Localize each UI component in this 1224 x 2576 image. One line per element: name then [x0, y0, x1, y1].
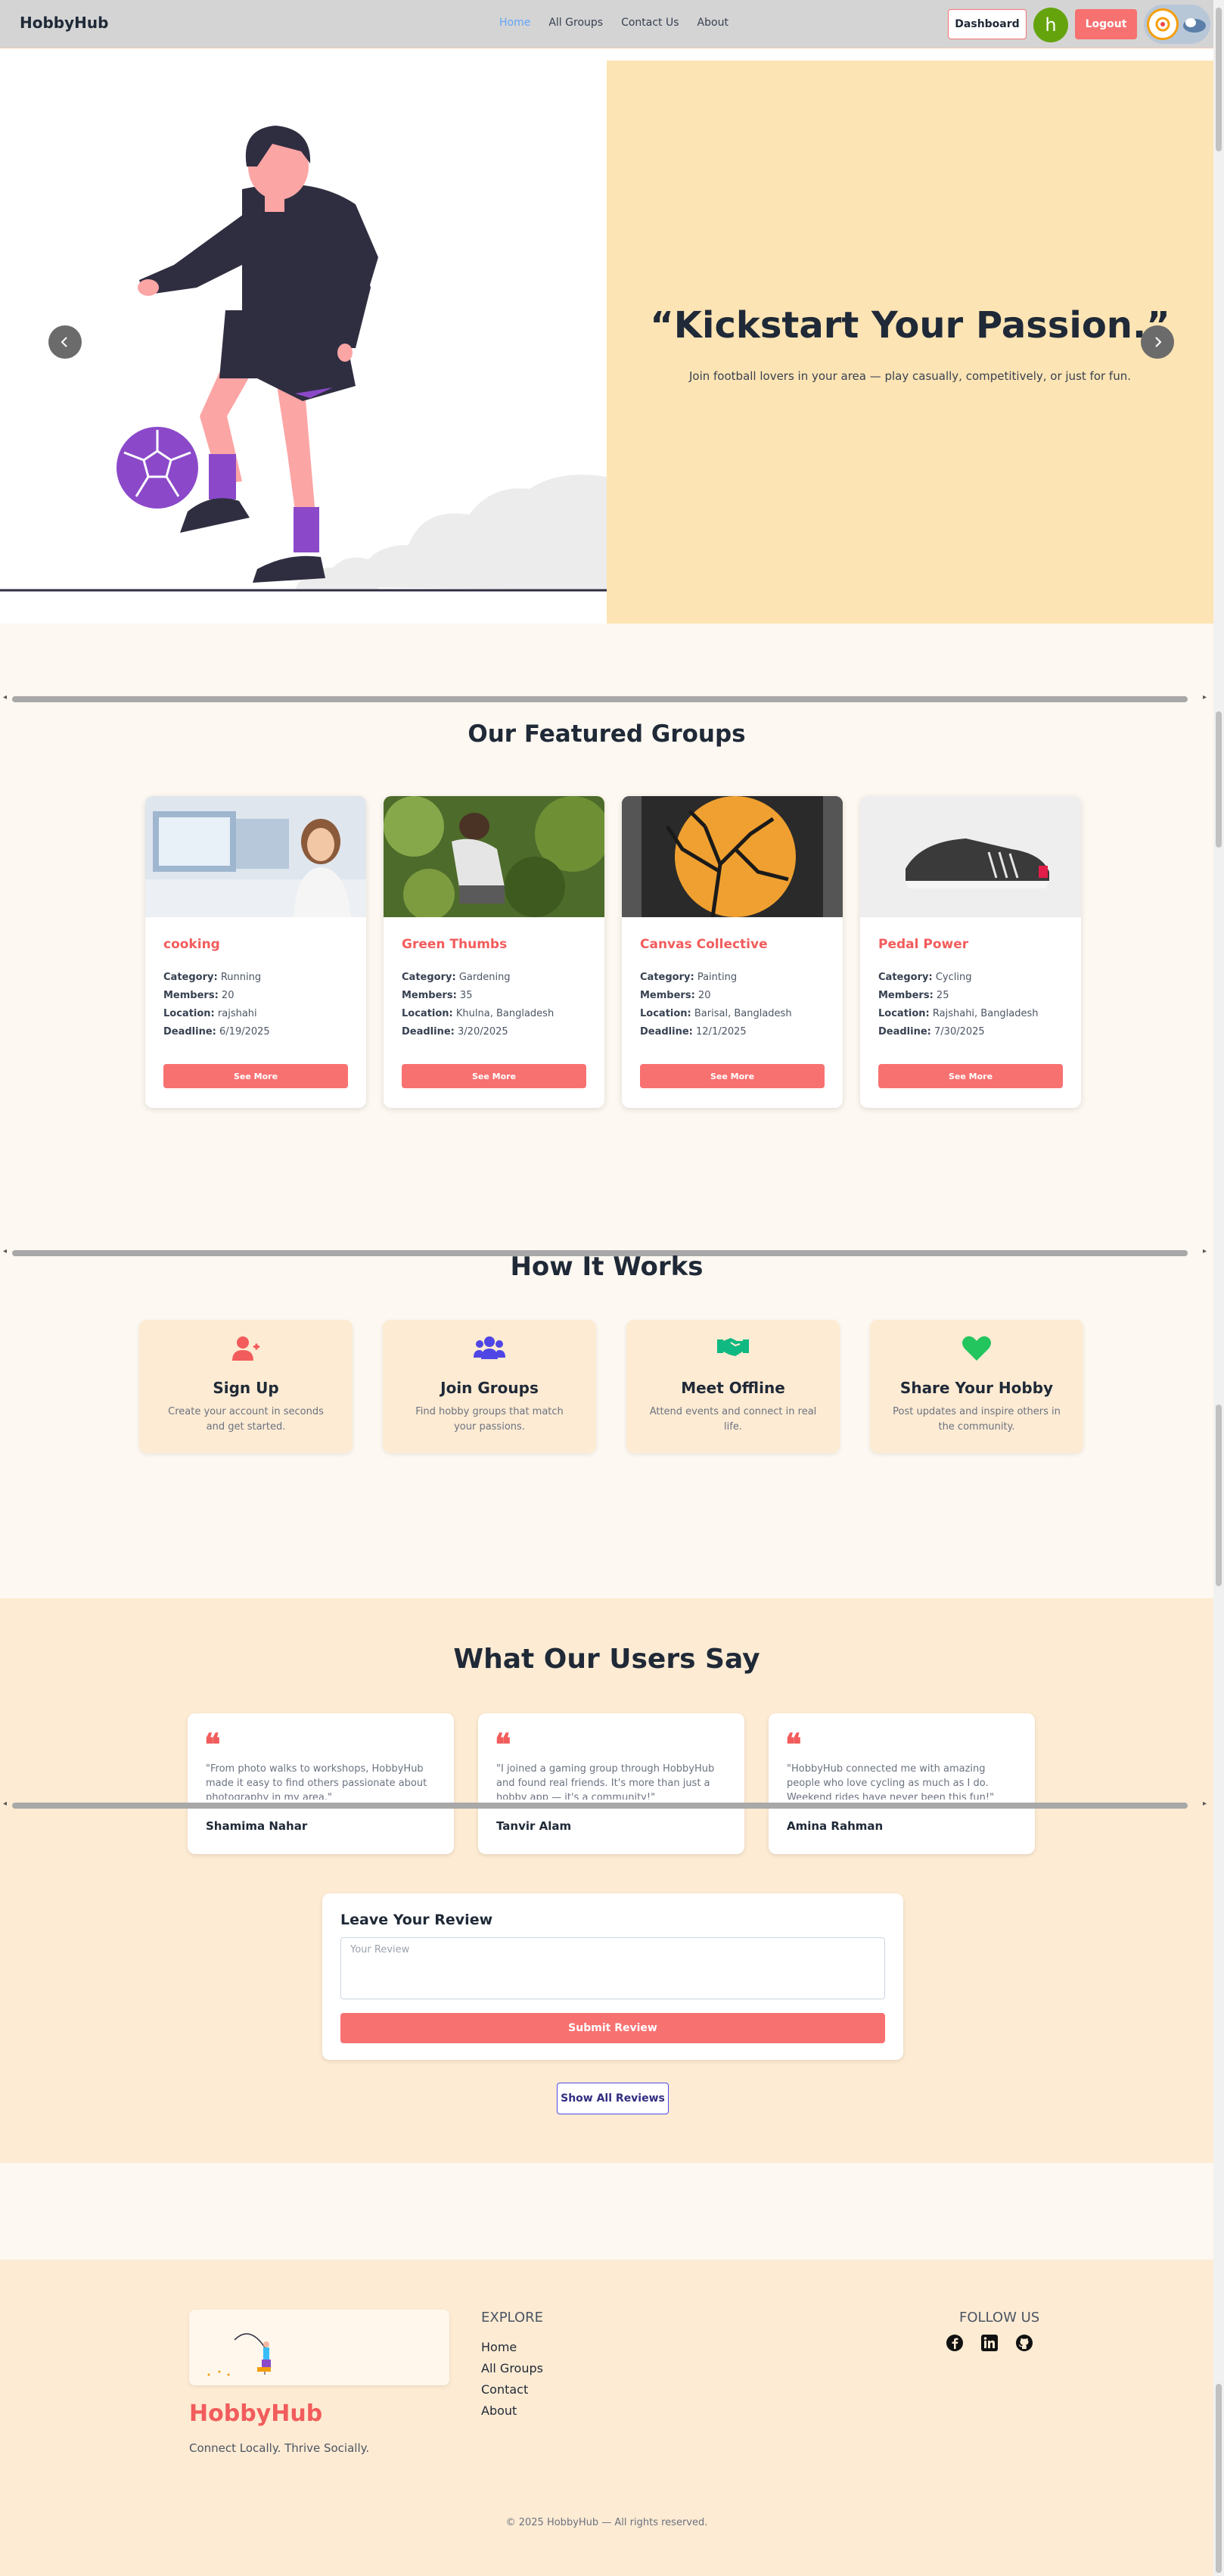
group-details: Category: Running Members: 20 Location: … — [163, 972, 270, 1038]
group-image — [384, 796, 604, 920]
group-details: Category: Gardening Members: 35 Location… — [402, 972, 555, 1038]
hero-title: “Kickstart Your Passion.” — [650, 304, 1170, 347]
carousel-prev-button[interactable] — [48, 325, 82, 359]
step-card: Join Groups Find hobby groups that match… — [383, 1320, 596, 1453]
step-description: Attend events and connect in real life. — [649, 1406, 817, 1433]
hero-carousel: “Kickstart Your Passion.” Join football … — [0, 48, 1213, 624]
group-details: Category: Cycling Members: 25 Location: … — [878, 972, 1039, 1038]
group-name: Pedal Power — [878, 937, 969, 952]
testimonials-section — [0, 1598, 1213, 2163]
nav-link-about[interactable]: About — [697, 17, 728, 29]
group-image — [860, 796, 1081, 917]
group-image — [145, 796, 366, 917]
group-details: Category: Painting Members: 20 Location:… — [640, 972, 792, 1038]
testimonial-text: "From photo walks to workshops, HobbyHub… — [206, 1763, 427, 1800]
footer-link-all-groups[interactable]: All Groups — [481, 2358, 543, 2379]
footer-link-contact[interactable]: Contact — [481, 2379, 543, 2400]
horizontal-scrollbar[interactable]: ◂ ▸ — [0, 693, 1213, 704]
quote-icon: ❝ — [495, 1727, 511, 1762]
testimonial-card: ❝ "From photo walks to workshops, HobbyH… — [188, 1713, 454, 1854]
step-title: Sign Up — [213, 1379, 279, 1397]
submit-review-button[interactable]: Submit Review — [340, 2013, 885, 2043]
step-card: Share Your Hobby Post updates and inspir… — [870, 1320, 1083, 1453]
group-card: Canvas Collective Category: Painting Mem… — [622, 796, 843, 1108]
how-it-works-title: How It Works — [510, 1252, 704, 1282]
see-more-button[interactable]: See More — [878, 1064, 1063, 1088]
testimonial-card: ❝ "I joined a gaming group through Hobby… — [478, 1713, 744, 1854]
cloud-icon — [1183, 18, 1206, 33]
group-card: Green Thumbs Category: Gardening Members… — [384, 796, 604, 1108]
facebook-icon[interactable] — [946, 2334, 964, 2352]
footer-social-links — [946, 2334, 1033, 2352]
quote-icon: ❝ — [204, 1727, 221, 1762]
logout-button[interactable]: Logout — [1075, 9, 1137, 39]
hero-subtitle: Join football lovers in your area — play… — [688, 369, 1131, 383]
footer-explore-title: EXPLORE — [481, 2310, 543, 2326]
linkedin-icon[interactable] — [980, 2334, 999, 2352]
brand-logo[interactable]: HobbyHub — [20, 14, 108, 32]
group-name: Green Thumbs — [402, 937, 508, 952]
step-description: Post updates and inspire others in the c… — [893, 1406, 1061, 1433]
footer-link-home[interactable]: Home — [481, 2337, 543, 2358]
quote-icon: ❝ — [785, 1727, 802, 1762]
group-image — [622, 796, 843, 918]
step-description: Find hobby groups that match your passio… — [415, 1406, 564, 1433]
review-form: Leave Your Review Your Review Submit Rev… — [322, 1893, 903, 2060]
group-name: Canvas Collective — [640, 937, 768, 952]
see-more-button[interactable]: See More — [163, 1064, 348, 1088]
testimonial-text: "I joined a gaming group through HobbyHu… — [496, 1763, 715, 1800]
vertical-scrollbar[interactable] — [1213, 0, 1224, 2576]
footer-link-about[interactable]: About — [481, 2400, 543, 2422]
chevron-right-icon — [1155, 337, 1162, 347]
heart-icon — [962, 1336, 991, 1361]
review-form-title: Leave Your Review — [340, 1912, 493, 1928]
navbar: HobbyHub Home All Groups Contact Us Abou… — [0, 0, 1213, 48]
testimonial-author: Amina Rahman — [787, 1819, 884, 1833]
see-more-button[interactable]: See More — [640, 1064, 825, 1088]
testimonial-card: ❝ "HobbyHub connected me with amazing pe… — [769, 1713, 1035, 1854]
footer-tagline: Connect Locally. Thrive Socially. — [189, 2441, 370, 2455]
extension-badge-icon[interactable] — [1144, 5, 1210, 44]
github-icon[interactable] — [1015, 2334, 1033, 2352]
target-icon — [1147, 8, 1179, 40]
footer-links: Home All Groups Contact About — [481, 2337, 543, 2422]
football-player-illustration — [0, 61, 607, 624]
testimonial-author: Tanvir Alam — [496, 1819, 572, 1833]
footer-follow-title: FOLLOW US — [959, 2310, 1040, 2326]
review-textarea[interactable]: Your Review — [340, 1937, 885, 1999]
group-card: Pedal Power Category: Cycling Members: 2… — [860, 796, 1081, 1108]
nav-links: Home All Groups Contact Us About — [499, 17, 728, 29]
footer-copyright: © 2025 HobbyHub — All rights reserved. — [505, 2517, 708, 2528]
testimonials-title: What Our Users Say — [453, 1644, 760, 1675]
users-icon — [474, 1336, 505, 1359]
footer-brand: HobbyHub — [189, 2400, 323, 2427]
group-card: cooking Category: Running Members: 20 Lo… — [145, 796, 366, 1108]
nav-link-all-groups[interactable]: All Groups — [548, 17, 603, 29]
step-card: Meet Offline Attend events and connect i… — [626, 1320, 840, 1453]
step-description: Create your account in seconds and get s… — [168, 1406, 324, 1433]
show-all-reviews-button[interactable]: Show All Reviews — [557, 2083, 669, 2114]
carousel-next-button[interactable] — [1141, 325, 1174, 359]
featured-groups-title: Our Featured Groups — [468, 720, 746, 748]
group-name: cooking — [163, 937, 220, 952]
testimonial-author: Shamima Nahar — [206, 1819, 308, 1833]
footer: HobbyHub Connect Locally. Thrive Sociall… — [0, 2260, 1213, 2576]
hero-panel: “Kickstart Your Passion.” Join football … — [607, 61, 1213, 624]
user-plus-icon — [232, 1336, 259, 1361]
horizontal-scrollbar[interactable]: ◂ ▸ — [0, 1800, 1213, 1810]
testimonial-text: "HobbyHub connected me with amazing peop… — [787, 1763, 995, 1800]
handshake-icon — [717, 1338, 749, 1356]
user-avatar[interactable]: h — [1033, 8, 1068, 42]
step-card: Sign Up Create your account in seconds a… — [139, 1320, 353, 1453]
nav-link-contact[interactable]: Contact Us — [621, 17, 679, 29]
nav-link-home[interactable]: Home — [499, 17, 530, 29]
step-title: Share Your Hobby — [899, 1379, 1054, 1397]
dashboard-button[interactable]: Dashboard — [948, 9, 1027, 39]
see-more-button[interactable]: See More — [402, 1064, 586, 1088]
step-title: Meet Offline — [681, 1379, 785, 1397]
fishing-illustration — [189, 2310, 449, 2385]
step-title: Join Groups — [440, 1379, 539, 1397]
chevron-left-icon — [61, 337, 67, 347]
